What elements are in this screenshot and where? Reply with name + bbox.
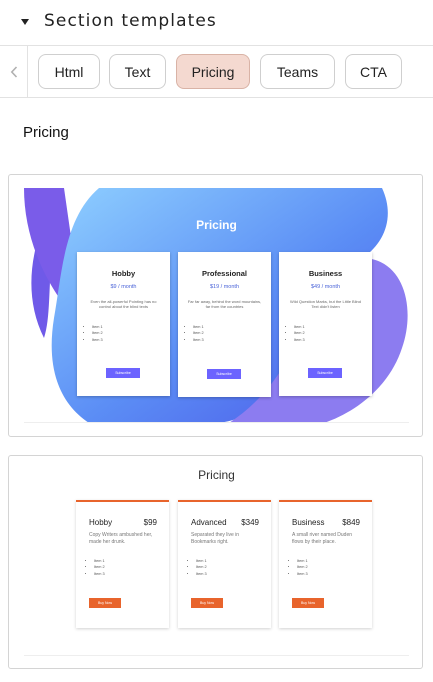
preview-divider [24,655,409,656]
plan-description: Wild Question Marks, but the Little Blin… [290,299,361,310]
template-preview: Pricing Hobby $9 / month Even the all-po… [24,188,409,423]
section-title: Section templates [44,11,217,31]
list-item: Item 3 [196,571,271,577]
plan-price: $49 / month [310,284,341,290]
list-item: Item 3 [92,337,170,343]
tab-text[interactable]: Text [109,54,166,89]
template-card-pricing-simple[interactable]: Pricing Hobby $99 Copy Writers ambushed … [8,455,423,669]
plan-description: Even the all-powerful Pointing has no co… [90,299,157,310]
plan-description: Separated they live in Bookmarks right. [191,532,240,545]
plan-name: Hobby [111,269,136,278]
plan-features: Item 1 Item 2 Item 3 [196,558,271,577]
pricing-card: Hobby $9 / month Even the all-powerful P… [77,252,170,396]
plan-price: $9 / month [110,284,137,290]
plan-description: Copy Writers ambushed her, made her drun… [89,532,153,545]
plan-price: $99 [143,518,157,527]
plan-price: $349 [241,518,259,527]
plan-features: Item 1 Item 2 Item 3 [193,324,271,343]
preview-divider [24,422,409,423]
caret-down-icon[interactable] [21,19,29,25]
template-card-pricing-gradient[interactable]: Pricing Hobby $9 / month Even the all-po… [8,174,423,437]
list-item: Item 3 [297,571,372,577]
pricing-card: Hobby $99 Copy Writers ambushed her, mad… [76,500,169,628]
plan-name: Business [308,269,343,278]
section-templates-header[interactable]: Section templates [0,0,433,46]
buy-now-button: Buy Now [292,598,324,608]
plan-description: A small river named Duden flows by their… [292,532,353,545]
tab-cta[interactable]: CTA [345,54,402,89]
list-item: Item 3 [193,337,271,343]
pricing-card: Professional $19 / month Far far away, b… [178,252,271,397]
plan-price: $849 [342,518,360,527]
plan-features: Item 1 Item 2 Item 3 [297,558,372,577]
subscribe-button: Subscribe [207,369,241,379]
tab-teams[interactable]: Teams [260,54,335,89]
pricing-card: Business $849 A small river named Duden … [279,500,372,628]
plan-features: Item 1 Item 2 Item 3 [94,558,169,577]
plan-name: Advanced [191,518,227,527]
list-item: Item 3 [94,571,169,577]
plan-name: Hobby [89,518,113,527]
preview-title: Pricing [196,218,237,232]
plan-price: $19 / month [209,284,240,290]
list-item: Item 3 [294,337,372,343]
chevron-left-icon[interactable] [0,46,28,97]
buy-now-button: Buy Now [191,598,223,608]
plan-name: Business [292,518,325,527]
tab-pricing[interactable]: Pricing [176,54,250,89]
pricing-card: Business $49 / month Wild Question Marks… [279,252,372,396]
template-preview: Pricing Hobby $99 Copy Writers ambushed … [24,456,409,668]
buy-now-button: Buy Now [89,598,121,608]
subscribe-button: Subscribe [106,368,140,378]
subscribe-button: Subscribe [308,368,342,378]
category-tabs: Html Text Pricing Teams CTA [0,46,433,98]
plan-features: Item 1 Item 2 Item 3 [294,324,372,343]
plan-features: Item 1 Item 2 Item 3 [92,324,170,343]
pricing-card: Advanced $349 Separated they live in Boo… [178,500,271,628]
category-heading: Pricing [23,124,69,141]
preview-title: Pricing [198,468,235,482]
tab-html[interactable]: Html [38,54,100,89]
plan-description: Far far away, behind the word mountains,… [187,299,262,310]
plan-name: Professional [201,269,247,278]
